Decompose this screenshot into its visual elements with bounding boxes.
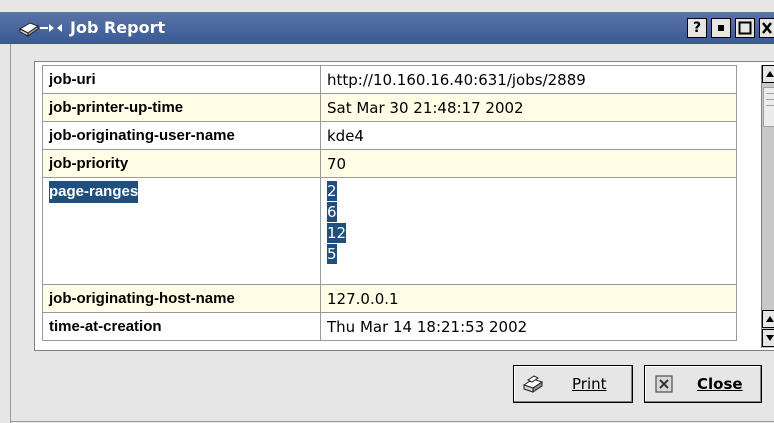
maximize-button[interactable] <box>735 18 755 38</box>
print-button-label: Print <box>572 375 607 393</box>
minimize-icon <box>718 25 724 31</box>
page-range-value: 6 <box>327 202 337 222</box>
table-row[interactable]: job-originating-user-name kde4 <box>42 121 737 150</box>
chevron-down-icon <box>766 335 774 341</box>
close-icon <box>655 375 673 393</box>
attribute-key: page-ranges <box>42 177 321 285</box>
window-title: Job Report <box>70 18 166 37</box>
title-bar[interactable]: Job Report ? <box>0 12 774 44</box>
job-attributes-table: job-uri http://10.160.16.40:631/jobs/288… <box>42 65 737 341</box>
page-range-value: 2 <box>327 181 337 201</box>
scrollbar-thumb[interactable] <box>763 87 774 127</box>
close-window-button[interactable] <box>759 18 774 38</box>
table-row[interactable]: job-priority 70 <box>42 149 737 178</box>
close-button-label: Close <box>697 375 743 393</box>
selected-key-text: page-ranges <box>49 181 139 203</box>
printer-app-icon[interactable] <box>16 17 64 39</box>
attribute-key: job-uri <box>42 65 321 94</box>
divider <box>11 421 774 422</box>
table-row[interactable]: job-uri http://10.160.16.40:631/jobs/288… <box>42 65 737 94</box>
vertical-scrollbar[interactable] <box>761 65 774 348</box>
attribute-key: time-at-creation <box>42 312 321 341</box>
attribute-key: job-printer-up-time <box>42 93 321 122</box>
table-row[interactable]: job-printer-up-time Sat Mar 30 21:48:17 … <box>42 93 737 122</box>
table-row[interactable]: job-originating-host-name 127.0.0.1 <box>42 284 737 313</box>
scroll-up-button[interactable] <box>762 65 774 83</box>
attribute-value: Sat Mar 30 21:48:17 2002 <box>320 93 737 122</box>
page-range-value: 5 <box>327 244 337 264</box>
chevron-up-icon <box>766 316 774 322</box>
minimize-button[interactable] <box>711 18 731 38</box>
attribute-value: 127.0.0.1 <box>320 284 737 313</box>
scroll-up-button-bottom[interactable] <box>762 310 774 328</box>
table-row-selected[interactable]: page-ranges 2 6 12 5 <box>42 177 737 285</box>
attribute-value: kde4 <box>320 121 737 150</box>
attribute-value-list: 2 6 12 5 <box>320 177 737 285</box>
printer-icon <box>522 375 544 393</box>
close-icon <box>762 22 772 34</box>
attribute-value: 70 <box>320 149 737 178</box>
attribute-key: job-priority <box>42 149 321 178</box>
attribute-value: http://10.160.16.40:631/jobs/2889 <box>320 65 737 94</box>
table-row[interactable]: time-at-creation Thu Mar 14 18:21:53 200… <box>42 312 737 341</box>
attributes-table-frame: job-uri http://10.160.16.40:631/jobs/288… <box>34 61 774 351</box>
dialog-content: job-uri http://10.160.16.40:631/jobs/288… <box>11 44 774 423</box>
scroll-down-button[interactable] <box>762 329 774 347</box>
page-range-value: 12 <box>327 223 347 243</box>
print-button[interactable]: Print <box>513 365 633 403</box>
close-button[interactable]: Close <box>644 365 762 403</box>
maximize-icon <box>738 21 752 35</box>
attribute-value: Thu Mar 14 18:21:53 2002 <box>320 312 737 341</box>
chevron-up-icon <box>766 71 774 77</box>
job-report-window: Job Report ? job-uri http://10.160.16.40… <box>0 0 774 423</box>
help-button[interactable]: ? <box>687 18 707 38</box>
attribute-key: job-originating-host-name <box>42 284 321 313</box>
attribute-key: job-originating-user-name <box>42 121 321 150</box>
window-left-edge <box>0 44 11 423</box>
